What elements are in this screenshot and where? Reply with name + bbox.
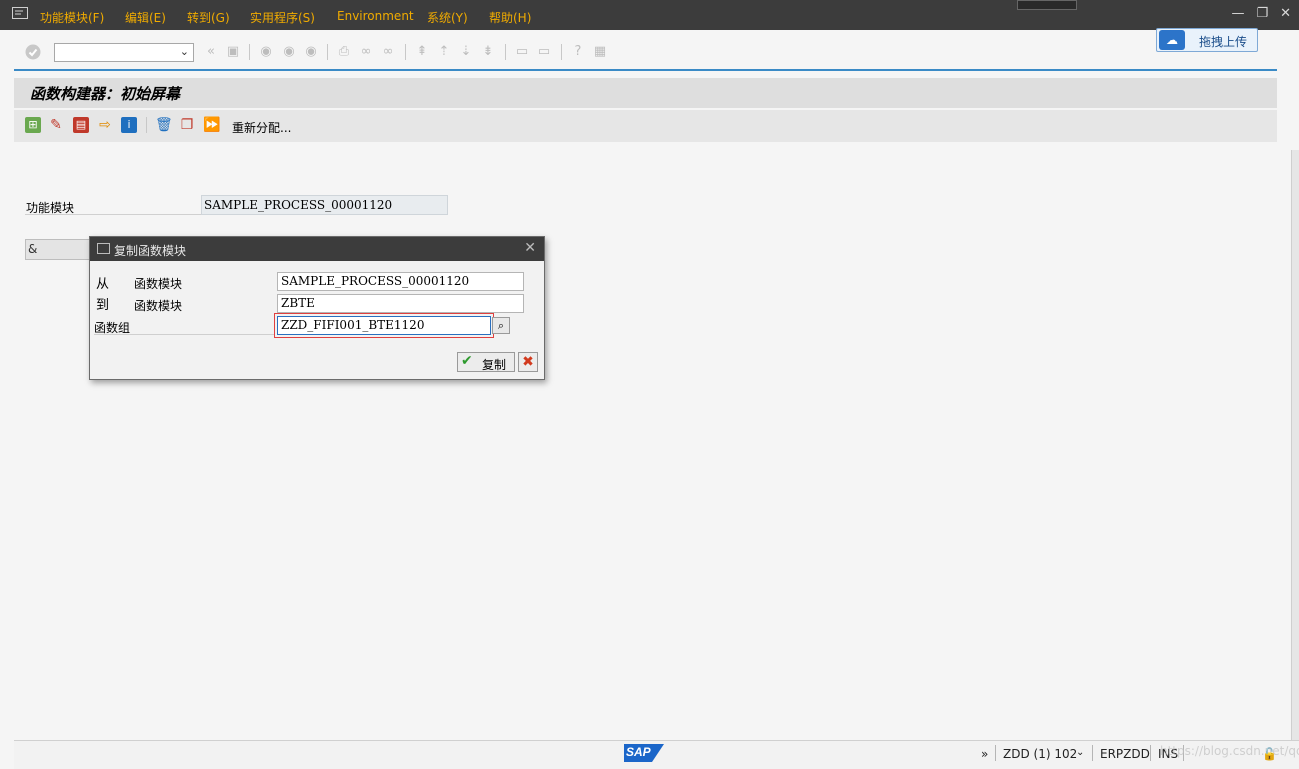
new-session-icon[interactable]: ▭ xyxy=(514,44,530,60)
server-name: ERPZDD xyxy=(1100,747,1150,761)
check-icon: ✔ xyxy=(461,353,473,369)
page-title: 函数构建器：初始屏幕 xyxy=(30,85,181,103)
chevron-down-icon[interactable]: ⌄ xyxy=(1076,747,1084,758)
toolbar-separator xyxy=(405,44,406,60)
label-underline xyxy=(25,214,201,215)
from-label: 从 xyxy=(96,277,110,292)
activity-indicator xyxy=(1017,0,1077,10)
status-separator xyxy=(1092,745,1093,761)
test-icon[interactable]: ⇨ xyxy=(97,117,113,133)
print-icon[interactable]: ⎙ xyxy=(336,44,352,60)
function-group-input[interactable]: ZZD_FIFI001_BTE1120 xyxy=(277,316,491,335)
watermark: https://blog.csdn.net/qq_41 xyxy=(1160,744,1299,758)
upload-button-label: 拖拽上传 xyxy=(1199,35,1248,49)
info-icon[interactable]: i xyxy=(121,117,137,133)
cancel-button[interactable]: ✖ xyxy=(518,352,538,372)
to-function-module-input[interactable]: ZBTE xyxy=(277,294,524,313)
find-icon[interactable]: ∞ xyxy=(358,44,374,60)
status-separator xyxy=(1150,745,1151,761)
menu-goto[interactable]: 转到(G) xyxy=(187,9,230,26)
cloud-icon: ☁ xyxy=(1159,30,1185,50)
scrollbar[interactable] xyxy=(1291,150,1299,740)
copy-button[interactable]: ✔ 复制 xyxy=(457,352,515,372)
toolbar-separator xyxy=(249,44,250,60)
standard-toolbar xyxy=(0,30,1299,70)
help-icon[interactable]: ? xyxy=(570,44,586,60)
from-fm-label: 函数模块 xyxy=(134,277,183,291)
menu-environment[interactable]: Environment xyxy=(337,9,414,23)
change-pencil-icon[interactable]: ✎ xyxy=(48,117,64,133)
save-icon[interactable]: ▣ xyxy=(225,44,241,60)
label-underline xyxy=(94,334,278,335)
toolbar-separator xyxy=(561,44,562,60)
up-icon[interactable]: ◉ xyxy=(281,44,297,60)
dialog-menu-icon[interactable] xyxy=(97,243,110,254)
from-function-module-input[interactable]: SAMPLE_PROCESS_00001120 xyxy=(277,272,524,291)
menu-bar: 功能模块(F) 编辑(E) 转到(G) 实用程序(S) Environment … xyxy=(0,0,1299,30)
close-icon[interactable]: ✕ xyxy=(524,240,536,256)
expand-status-icon[interactable]: » xyxy=(981,747,988,761)
reassign-button[interactable]: 重新分配... xyxy=(232,119,291,136)
layout-icon[interactable]: ▦ xyxy=(592,44,608,60)
toolbar-separator xyxy=(505,44,506,60)
lock-icon[interactable]: 🔓 xyxy=(1262,747,1277,761)
status-separator xyxy=(995,745,996,761)
restore-icon[interactable]: ❐ xyxy=(1256,6,1268,21)
menu-utilities[interactable]: 实用程序(S) xyxy=(250,9,315,26)
to-label: 到 xyxy=(96,298,110,313)
system-menu-icon[interactable] xyxy=(12,7,28,19)
system-info[interactable]: ZDD (1) 102 xyxy=(1003,747,1077,761)
window-controls: — ❐ ✕ xyxy=(1231,6,1291,21)
glasses-icon: & xyxy=(28,242,38,256)
exit-icon[interactable]: ◉ xyxy=(258,44,274,60)
dialog-title: 复制函数模块 xyxy=(114,244,187,258)
first-page-icon[interactable]: ⇞ xyxy=(414,44,430,60)
search-help-icon[interactable]: ⌕ xyxy=(492,317,510,334)
copy-function-module-dialog: 复制函数模块 ✕ 从 函数模块 SAMPLE_PROCESS_00001120 … xyxy=(89,236,545,380)
cancel-icon[interactable]: ◉ xyxy=(303,44,319,60)
glasses-button[interactable]: & xyxy=(25,239,91,260)
enter-icon[interactable] xyxy=(25,44,41,60)
toolbar-separator xyxy=(146,117,147,133)
close-window-icon[interactable]: ✕ xyxy=(1280,6,1291,21)
back-icon[interactable]: « xyxy=(203,44,219,60)
title-bar xyxy=(14,78,1277,108)
next-page-icon[interactable]: ⇣ xyxy=(458,44,474,60)
toolbar-divider xyxy=(14,69,1277,71)
display-icon[interactable]: ▤ xyxy=(73,117,89,133)
menu-system[interactable]: 系统(Y) xyxy=(427,9,468,26)
rename-icon[interactable]: ⏩ xyxy=(203,117,220,133)
menu-help[interactable]: 帮助(H) xyxy=(489,9,531,26)
toolbar-separator xyxy=(327,44,328,60)
prev-page-icon[interactable]: ⇡ xyxy=(436,44,452,60)
command-field[interactable]: ⌄ xyxy=(54,43,194,62)
hierarchy-icon[interactable]: ⊞ xyxy=(25,117,41,133)
last-page-icon[interactable]: ⇟ xyxy=(480,44,496,60)
menu-function-module[interactable]: 功能模块(F) xyxy=(40,9,104,26)
function-module-field[interactable]: SAMPLE_PROCESS_00001120 xyxy=(201,195,448,215)
minimize-icon[interactable]: — xyxy=(1231,6,1244,21)
dialog-titlebar[interactable]: 复制函数模块 ✕ xyxy=(90,237,544,261)
upload-button[interactable]: ☁ 拖拽上传 xyxy=(1156,28,1258,52)
shortcut-icon[interactable]: ▭ xyxy=(536,44,552,60)
copy-icon[interactable]: ❐ xyxy=(179,117,195,133)
to-fm-label: 函数模块 xyxy=(134,299,183,313)
copy-button-label: 复制 xyxy=(482,358,507,372)
chevron-down-icon[interactable]: ⌄ xyxy=(180,45,189,58)
delete-trash-icon[interactable]: 🗑 xyxy=(155,117,173,133)
find-next-icon[interactable]: ∞ xyxy=(380,44,396,60)
menu-edit[interactable]: 编辑(E) xyxy=(125,9,166,26)
